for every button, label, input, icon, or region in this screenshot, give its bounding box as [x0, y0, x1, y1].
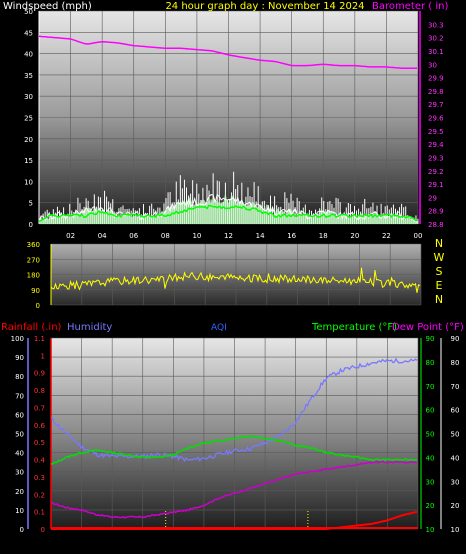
- wind-tick-label: 0: [29, 221, 33, 229]
- rainfall-tick-label: 0: [41, 526, 45, 534]
- humidity-tick-label: 40: [15, 450, 24, 458]
- wind-tick-label: 10: [24, 178, 33, 186]
- humidity-tick-label: 0: [20, 526, 24, 534]
- chart-title: 24 hour graph day : November 14 2024: [165, 1, 364, 12]
- dewpoint-axis-label: Dew Point (°F): [392, 322, 464, 333]
- wind-tick-label: 40: [24, 51, 33, 59]
- wind-tick-label: 15: [24, 157, 33, 165]
- compass-label: W: [434, 251, 445, 264]
- weather-chart-svg: 0510152025303540455028.828.92929.129.229…: [1, 1, 464, 534]
- temperature-tick-label: 80: [426, 359, 435, 367]
- wind-tick-label: 30: [24, 93, 33, 101]
- direction-tick-label: 0: [36, 302, 40, 310]
- direction-tick-label: 180: [27, 272, 40, 280]
- compass-label: S: [436, 265, 443, 278]
- rainfall-tick-label: 0.6: [34, 422, 46, 430]
- rainfall-tick-label: 0.7: [34, 404, 45, 412]
- humidity-tick-label: 80: [15, 373, 24, 381]
- humidity-tick-label: 70: [15, 392, 24, 400]
- rainfall-tick-label: 0.5: [34, 439, 45, 447]
- temperature-tick-label: 30: [426, 478, 435, 486]
- humidity-tick-label: 10: [15, 507, 24, 515]
- temperature-tick-label: 40: [426, 454, 435, 462]
- x-tick-label: 06: [129, 232, 138, 240]
- x-tick-label: 02: [66, 232, 75, 240]
- humidity-tick-label: 100: [11, 335, 24, 343]
- temperature-tick-label: 10: [426, 526, 435, 534]
- dewpoint-tick-label: 10: [451, 526, 460, 534]
- compass-label: E: [436, 279, 443, 292]
- rainfall-tick-label: 1.1: [34, 335, 45, 343]
- rainfall-tick-label: 0.4: [34, 457, 46, 465]
- windspeed-axis-label: Windspeed (mph): [3, 1, 92, 12]
- aqi-label: AQI: [211, 323, 227, 333]
- humidity-tick-label: 60: [15, 411, 24, 419]
- temperature-tick-label: 50: [426, 431, 435, 439]
- x-tick-label: 22: [382, 232, 391, 240]
- barometer-tick-label: 29.5: [428, 128, 444, 136]
- weather-graph: 0 5 10 15 20 25 30 35 40 45 50 28.8 28.9 29 29.1 29.2 29…: [0, 0, 466, 554]
- x-tick-label: 12: [224, 232, 233, 240]
- x-tick-label: 20: [350, 232, 359, 240]
- humidity-tick-label: 90: [15, 354, 24, 362]
- barometer-tick-label: 30.3: [428, 21, 444, 29]
- x-tick-label: 18: [319, 232, 328, 240]
- barometer-tick-label: 29.2: [428, 168, 444, 176]
- temperature-tick-label: 70: [426, 383, 435, 391]
- rainfall-tick-label: 0.2: [34, 491, 45, 499]
- barometer-tick-label: 29.7: [428, 101, 444, 109]
- rainfall-tick-label: 1: [41, 352, 45, 360]
- rainfall-axis-label: Rainfall (.in): [1, 322, 62, 333]
- compass-label: N: [435, 237, 443, 250]
- barometer-tick-label: 29.1: [428, 181, 444, 189]
- barometer-tick-label: 30: [428, 61, 437, 69]
- wind-tick-label: 20: [24, 136, 33, 144]
- dewpoint-tick-label: 80: [451, 359, 460, 367]
- humidity-tick-label: 20: [15, 488, 24, 496]
- dewpoint-tick-label: 90: [451, 335, 460, 343]
- direction-tick-label: 90: [31, 287, 40, 295]
- rainfall-tick-label: 0.3: [34, 474, 45, 482]
- dewpoint-tick-label: 40: [451, 454, 460, 462]
- x-tick-label: 08: [161, 232, 170, 240]
- barometer-tick-label: 29: [428, 194, 437, 202]
- barometer-tick-label: 29.9: [428, 75, 444, 83]
- x-tick-label: 04: [98, 232, 107, 240]
- dewpoint-tick-label: 70: [451, 383, 460, 391]
- x-tick-label: 16: [287, 232, 296, 240]
- barometer-tick-label: 28.9: [428, 208, 444, 216]
- barometer-tick-label: 29.8: [428, 88, 444, 96]
- barometer-axis-label: Barometer ( in): [372, 1, 448, 12]
- rainfall-tick-label: 0.1: [34, 509, 45, 517]
- humidity-tick-label: 30: [15, 469, 24, 477]
- temperature-tick-label: 60: [426, 407, 435, 415]
- temperature-tick-label: 90: [426, 335, 435, 343]
- wind-tick-label: 5: [29, 200, 33, 208]
- dewpoint-tick-label: 50: [451, 431, 460, 439]
- wind-tick-label: 25: [24, 115, 33, 123]
- rainfall-tick-label: 0.9: [34, 370, 45, 378]
- x-tick-label: 14: [256, 232, 265, 240]
- barometer-tick-label: 30.1: [428, 48, 444, 56]
- x-tick-label: 00: [414, 232, 423, 240]
- barometer-tick-label: 29.6: [428, 115, 444, 123]
- barometer-tick-label: 29.4: [428, 141, 444, 149]
- dewpoint-tick-label: 20: [451, 502, 460, 510]
- dewpoint-tick-label: 60: [451, 407, 460, 415]
- humidity-tick-label: 50: [15, 431, 24, 439]
- humidity-axis-label: Humidity: [67, 322, 112, 333]
- compass-label: N: [435, 293, 443, 306]
- dewpoint-tick-label: 30: [451, 478, 460, 486]
- temperature-axis-label: Temperature (°F): [311, 322, 397, 333]
- wind-tick-label: 35: [24, 72, 33, 80]
- barometer-tick-label: 29.3: [428, 154, 444, 162]
- barometer-tick-label: 28.8: [428, 221, 444, 229]
- temperature-tick-label: 20: [426, 502, 435, 510]
- x-tick-label: 10: [192, 232, 201, 240]
- barometer-tick-label: 30.2: [428, 35, 444, 43]
- wind-tick-label: 45: [24, 29, 33, 37]
- direction-tick-label: 270: [27, 256, 40, 264]
- direction-tick-label: 360: [27, 241, 40, 249]
- rainfall-tick-label: 0.8: [34, 387, 45, 395]
